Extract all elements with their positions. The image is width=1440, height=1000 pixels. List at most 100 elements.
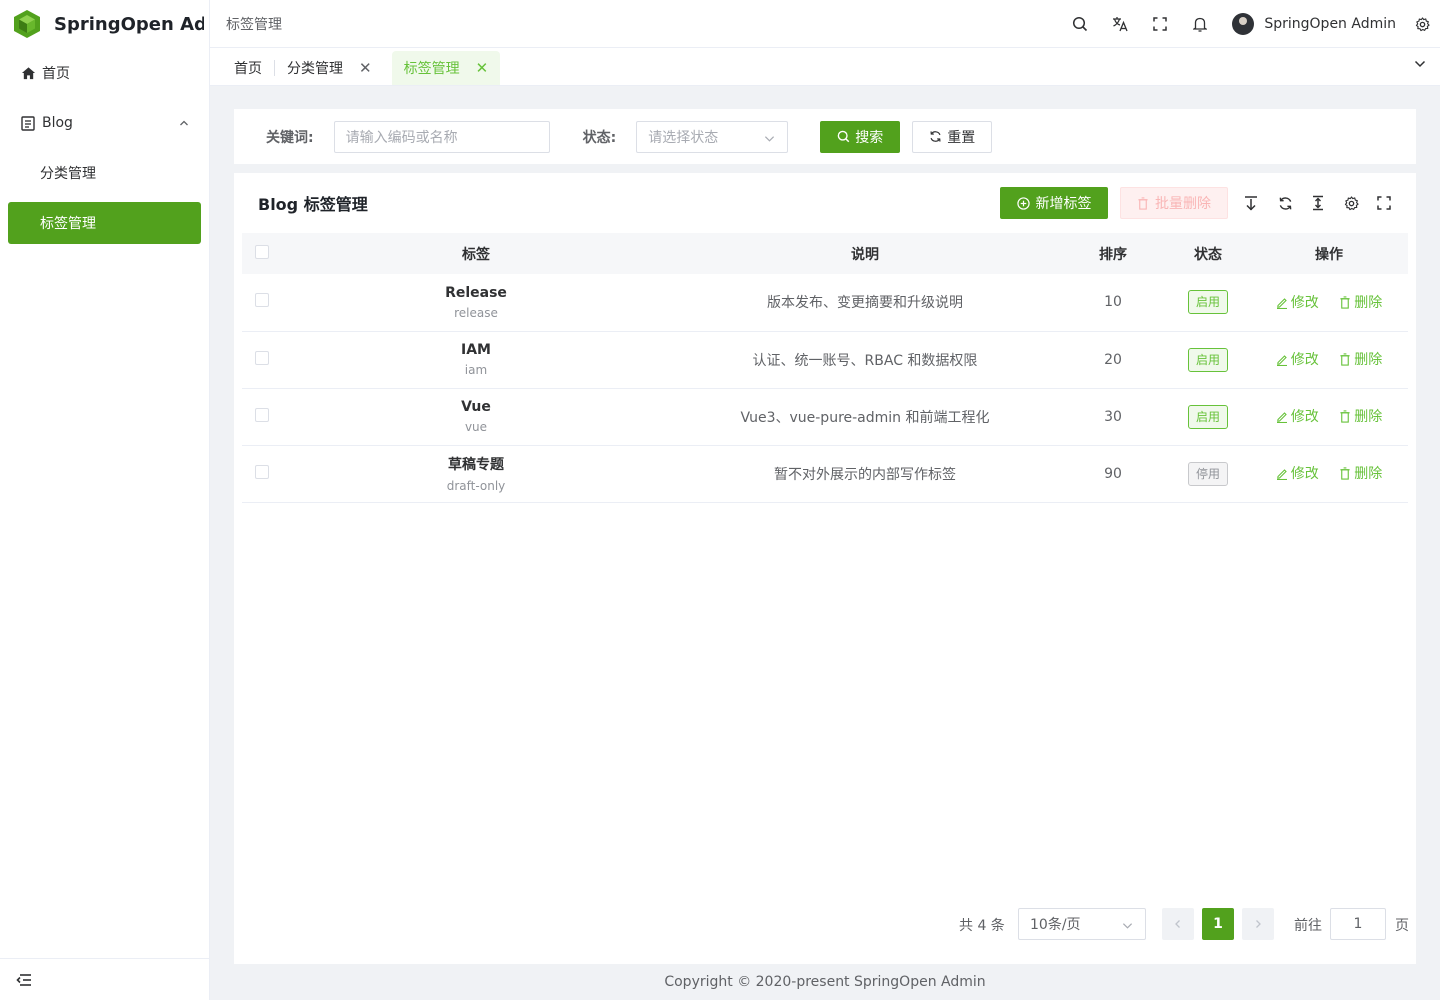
delete-button[interactable]: 删除: [1339, 406, 1382, 426]
tags-table: 标签 说明 排序 状态 操作 Release release 版本发布、变更摘要和…: [242, 233, 1408, 503]
reset-button-label: 重置: [947, 129, 976, 146]
refresh-icon[interactable]: [1276, 194, 1294, 212]
column-header: 状态: [1166, 233, 1250, 274]
user-name: SpringOpen Admin: [1264, 16, 1396, 32]
delete-label: 删除: [1354, 295, 1383, 311]
tab-category[interactable]: 分类管理 ✕: [275, 51, 384, 85]
trash-icon: [1340, 295, 1350, 309]
chevron-down-icon: [765, 135, 775, 142]
avatar: [1232, 13, 1255, 35]
edit-button[interactable]: 修改: [1276, 292, 1319, 312]
goto-page-input[interactable]: 1: [1330, 908, 1386, 940]
tag-code: draft-only: [446, 479, 506, 493]
search-icon[interactable]: [1060, 0, 1100, 48]
top-navbar: 标签管理 SpringOpen Admin: [210, 0, 1440, 48]
tag-cell: Vue vue: [282, 388, 670, 446]
keyword-placeholder: 请输入编码或名称: [345, 129, 458, 146]
row-checkbox[interactable]: [255, 350, 269, 365]
fullscreen-icon[interactable]: [1375, 194, 1393, 212]
density-icon[interactable]: [1309, 194, 1327, 212]
tab-home[interactable]: 首页: [222, 51, 274, 85]
document-icon: [20, 115, 36, 131]
table-header-row: 标签 说明 排序 状态 操作: [242, 233, 1408, 274]
page-number-button[interactable]: 1: [1202, 908, 1234, 940]
keyword-input[interactable]: 请输入编码或名称: [333, 120, 550, 153]
bell-icon[interactable]: [1180, 0, 1220, 48]
tab-label: 标签管理: [403, 61, 460, 77]
chevron-left-icon: [1175, 920, 1180, 928]
tab-label: 分类管理: [287, 61, 343, 77]
sidebar-item-label: Blog: [42, 115, 73, 131]
desc-cell: Vue3、vue-pure-admin 和前端工程化: [670, 388, 1060, 446]
row-checkbox[interactable]: [255, 407, 269, 422]
tag-cell: IAM iam: [282, 331, 670, 389]
tag-cell: 草稿专题 draft-only: [282, 445, 670, 503]
search-button-label: 搜索: [855, 129, 884, 146]
next-page-button[interactable]: [1242, 908, 1274, 940]
edit-button[interactable]: 修改: [1276, 463, 1319, 483]
plus-circle-icon: [1016, 196, 1030, 210]
action-cell: 修改 删除: [1250, 331, 1408, 389]
goto-label: 前往: [1294, 918, 1322, 934]
batch-delete-button[interactable]: 批量删除: [1120, 187, 1228, 219]
sort-cell: 20: [1060, 331, 1166, 389]
delete-button[interactable]: 删除: [1339, 349, 1382, 369]
translate-icon[interactable]: [1100, 0, 1140, 48]
prev-page-button[interactable]: [1162, 908, 1194, 940]
tag-name: IAM: [461, 342, 491, 358]
close-icon[interactable]: ✕: [476, 59, 489, 77]
row-checkbox[interactable]: [255, 464, 269, 479]
batch-delete-label: 批量删除: [1155, 196, 1211, 212]
tag-cell: Release release: [282, 274, 670, 332]
page-size-select[interactable]: 10条/页: [1018, 908, 1146, 940]
expand-rows-icon[interactable]: [1242, 194, 1260, 212]
add-tag-button[interactable]: 新增标签: [1000, 187, 1108, 219]
edit-icon: [1276, 354, 1287, 366]
status-select[interactable]: 请选择状态: [636, 120, 789, 153]
delete-button[interactable]: 删除: [1339, 292, 1382, 312]
cube-logo-icon: [14, 10, 40, 38]
status-badge: 启用: [1187, 347, 1228, 372]
sidebar-item-home[interactable]: 首页: [0, 48, 209, 98]
row-select-cell: [242, 331, 282, 389]
edit-label: 修改: [1290, 352, 1319, 369]
chevron-right-icon: [1256, 920, 1261, 928]
search-button[interactable]: 搜索: [820, 120, 901, 153]
edit-label: 修改: [1290, 466, 1319, 483]
action-cell: 修改 删除: [1250, 388, 1408, 446]
delete-button[interactable]: 删除: [1339, 463, 1382, 483]
settings-icon[interactable]: [1342, 194, 1360, 212]
keyword-label: 关键词:: [266, 129, 314, 146]
table-row: IAM iam 认证、统一账号、RBAC 和数据权限 20 启用 修改 删除: [242, 331, 1408, 389]
edit-button[interactable]: 修改: [1276, 349, 1319, 369]
close-icon[interactable]: ✕: [359, 59, 372, 77]
gear-icon[interactable]: [1404, 0, 1440, 48]
edit-label: 修改: [1290, 295, 1319, 311]
collapse-sidebar-button[interactable]: [0, 958, 210, 1000]
fullscreen-icon[interactable]: [1140, 0, 1180, 48]
tag-code: release: [454, 305, 498, 320]
edit-label: 修改: [1290, 409, 1319, 426]
status-cell: 启用: [1166, 388, 1250, 446]
row-checkbox[interactable]: [255, 293, 269, 308]
chevron-down-icon[interactable]: [1414, 58, 1426, 74]
sidebar-item-category[interactable]: 分类管理: [0, 148, 209, 198]
pagination-total: 共 4 条: [959, 918, 1005, 934]
reset-button[interactable]: 重置: [912, 120, 993, 153]
user-menu[interactable]: SpringOpen Admin: [1232, 13, 1396, 35]
page-size-value: 10条/页: [1030, 917, 1081, 933]
page-title: Blog 标签管理: [258, 195, 368, 214]
edit-icon: [1276, 297, 1287, 309]
tag-name: Release: [445, 284, 507, 301]
action-cell: 修改 删除: [1250, 274, 1408, 332]
app-logo[interactable]: SpringOpen Ad...: [0, 0, 209, 48]
breadcrumb[interactable]: 标签管理: [226, 14, 282, 34]
tab-tags[interactable]: 标签管理 ✕: [391, 51, 501, 85]
trash-icon: [1340, 410, 1350, 423]
sidebar-item-blog[interactable]: Blog: [0, 98, 209, 148]
edit-button[interactable]: 修改: [1276, 406, 1319, 426]
select-all-checkbox[interactable]: [255, 244, 269, 259]
action-cell: 修改 删除: [1250, 445, 1408, 503]
sidebar-item-tags[interactable]: 标签管理: [8, 202, 201, 244]
column-header: 说明: [670, 233, 1060, 274]
